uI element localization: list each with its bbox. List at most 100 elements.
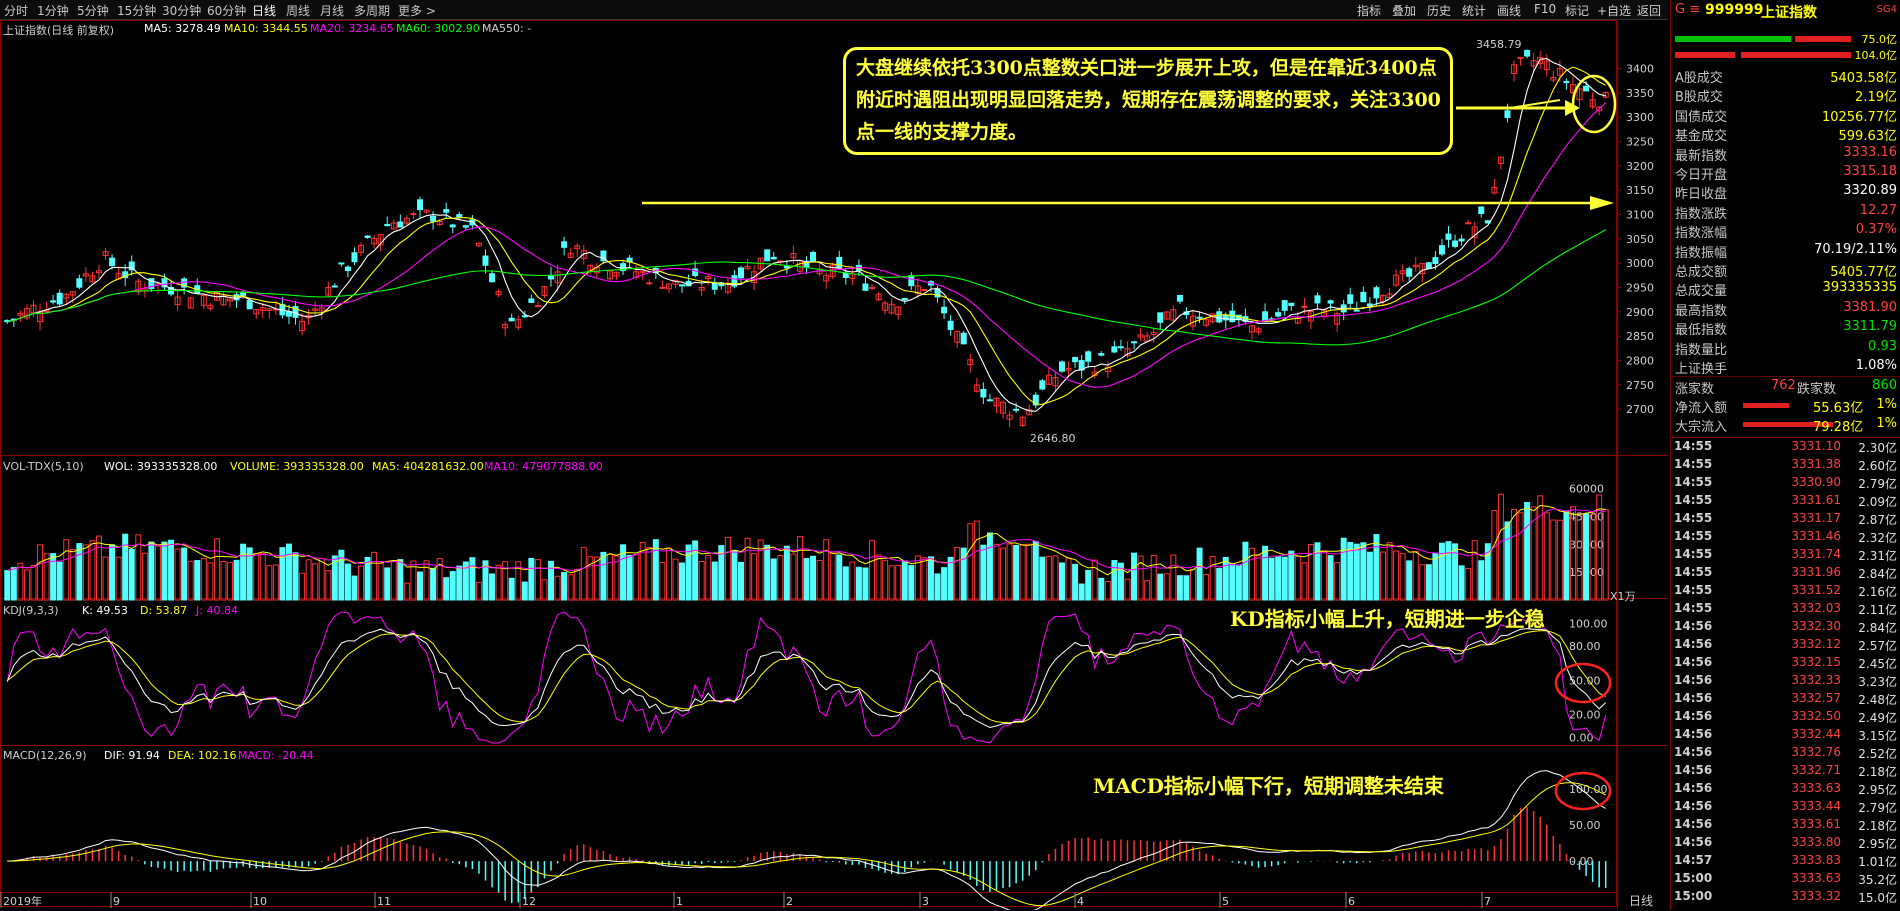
tick-price: 3332.50 [1791, 709, 1841, 723]
volume-bar [1013, 544, 1020, 601]
volume-bar [63, 539, 70, 601]
tick-row: 15:00 3333.32 15.0亿 [1671, 888, 1900, 906]
price-tick-label: 2950 [1626, 282, 1654, 295]
volume-bar [921, 557, 928, 601]
kdj-tick-label: 20.00 [1569, 709, 1601, 722]
volume-bar [1157, 573, 1164, 601]
main-annotation-box: 大盘继续依托3300点整数关口进一步展开上攻，但是在靠近3400点附近时遇阻出现… [843, 47, 1453, 155]
volume-bar [665, 547, 672, 601]
volume-bar [1111, 560, 1118, 601]
candle-body [1524, 49, 1531, 57]
price-tick-label: 2700 [1626, 403, 1654, 416]
volume-bar [1268, 557, 1275, 601]
volume-bar [705, 554, 712, 601]
volume-bar [1176, 575, 1183, 601]
candle-body [1216, 311, 1223, 323]
ma10-label: MA10: 3344.55 [224, 22, 308, 35]
volume-bar [1524, 501, 1531, 601]
tick-list[interactable]: 14:55 3331.10 2.30亿 14:55 3331.38 2.60亿 14:55 3… [1671, 437, 1900, 911]
volume-bar [50, 553, 57, 601]
tick-price: 3333.83 [1791, 853, 1841, 867]
candle-body [1314, 295, 1321, 304]
vol-ma5-label: MA5: 404281632.00 [372, 460, 484, 473]
quote-row: 指数量比 0.93 [1671, 338, 1900, 358]
volume-bar [554, 575, 561, 601]
volume-bar [849, 561, 856, 601]
tick-volume: 2.30亿 [1858, 441, 1897, 455]
volume-bar [941, 567, 948, 601]
low-price-label: 2646.80 [1030, 432, 1076, 445]
tick-row: 14:55 3331.52 2.16亿 [1671, 582, 1900, 600]
quote-row-label: 总成交量 [1675, 284, 1728, 300]
tick-row: 14:56 3332.15 2.45亿 [1671, 654, 1900, 672]
flow-bar-2 [1675, 52, 1871, 58]
tick-price: 3332.57 [1791, 691, 1841, 705]
volume-bar [475, 581, 482, 601]
signal-badge[interactable]: SG4 [1877, 4, 1897, 15]
volume-bar [1393, 550, 1400, 601]
tick-volume: 2.11亿 [1858, 603, 1897, 617]
tick-time: 14:55 [1674, 547, 1713, 561]
candle-body [456, 214, 463, 218]
candle-body [1353, 309, 1360, 312]
quote-row: 今日开盘 3315.18 [1671, 163, 1900, 183]
candle-body [364, 235, 371, 238]
tick-volume: 2.45亿 [1858, 657, 1897, 671]
volume-bar [770, 558, 777, 601]
volume-bar [1131, 552, 1138, 601]
volume-bar [796, 536, 803, 601]
volume-bar [842, 566, 849, 601]
price-tick-label: 2750 [1626, 379, 1654, 392]
candle-body [1013, 408, 1020, 411]
volume-bar [1360, 542, 1367, 601]
volume-bar [390, 560, 397, 601]
tick-time: 14:55 [1674, 493, 1713, 507]
tick-time: 14:55 [1674, 439, 1713, 453]
up-count: 762 [1771, 378, 1796, 393]
stock-code[interactable]: 999999 [1705, 2, 1763, 18]
volume-bar [1576, 513, 1583, 601]
quote-row-label: 国债成交 [1675, 109, 1728, 125]
volume-bar [115, 556, 122, 601]
tick-price: 3333.44 [1791, 799, 1841, 813]
stock-name[interactable]: 上证指数 [1761, 2, 1817, 22]
volume-bar [1471, 540, 1478, 601]
volume-bar [325, 570, 332, 601]
tick-time: 14:55 [1674, 583, 1713, 597]
kdj-annotation: KD指标小幅上升，短期进一步企稳 [1230, 607, 1545, 631]
tick-row: 14:55 3331.96 2.84亿 [1671, 564, 1900, 582]
volume-bar [823, 539, 830, 601]
volume-bar [1203, 573, 1210, 601]
candle-body [738, 267, 744, 279]
tick-price: 3332.30 [1791, 619, 1841, 633]
net-inflow-label: 净流入额 [1675, 401, 1728, 416]
candle-body [462, 225, 469, 228]
tick-volume: 2.57亿 [1858, 639, 1897, 653]
stock-header: G ≡ 999999 上证指数 SG4 [1671, 0, 1900, 22]
candle-body [711, 282, 718, 290]
volume-bar [253, 552, 260, 601]
block-inflow-pct: 1% [1876, 416, 1897, 431]
volume-bar [37, 544, 44, 601]
quote-row-value: 5403.58亿 [1830, 71, 1897, 86]
tick-price: 3332.44 [1791, 727, 1841, 741]
tick-price: 3332.12 [1791, 637, 1841, 651]
volume-bar [1353, 543, 1360, 601]
volume-bar [836, 554, 843, 601]
down-label: 跌家数 [1797, 382, 1837, 397]
volume-bar [1150, 554, 1157, 601]
tick-row: 14:55 3331.74 2.31亿 [1671, 546, 1900, 564]
quote-row: 最低指数 3311.79 [1671, 318, 1900, 338]
candle-body [1072, 356, 1079, 363]
quote-row: 基金成交 599.63亿 [1671, 124, 1900, 144]
tick-time: 14:56 [1674, 655, 1713, 669]
candle-body [1131, 341, 1138, 344]
volume-bar [1452, 543, 1459, 601]
volume-bar [685, 544, 692, 601]
volume-bar [30, 564, 37, 601]
tick-row: 14:56 3333.44 2.79亿 [1671, 798, 1900, 816]
tick-row: 14:55 3331.46 2.32亿 [1671, 528, 1900, 546]
quote-row-label: 上证换手 [1675, 362, 1728, 377]
tick-row: 14:55 3332.03 2.11亿 [1671, 600, 1900, 618]
breadth-row: 涨家数 762 跌家数 860 [1671, 376, 1900, 397]
